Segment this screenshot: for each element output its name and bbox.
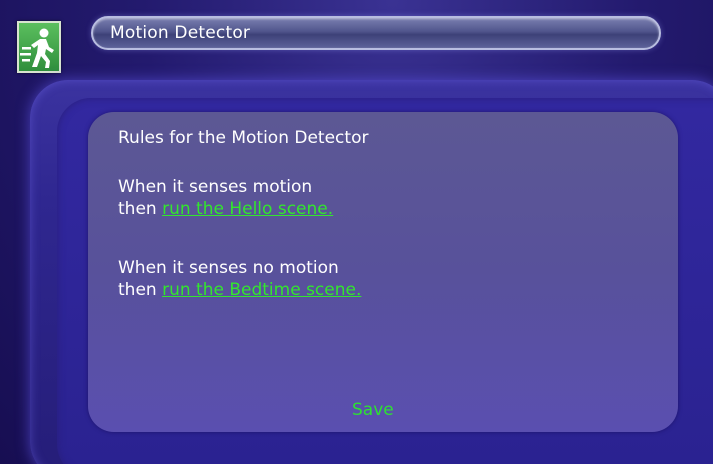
rule-action-line: then run the Bedtime scene. [118, 279, 361, 301]
rules-heading: Rules for the Motion Detector [118, 128, 369, 148]
app-screen: Motion Detector Rules for the Motion Det… [0, 0, 713, 464]
hello-scene-link[interactable]: run the Hello scene. [162, 199, 333, 219]
save-button[interactable]: Save [352, 400, 394, 420]
rules-panel: Rules for the Motion Detector When it se… [88, 112, 678, 432]
rule-condition: When it senses no motion [118, 258, 339, 278]
page-title: Motion Detector [110, 23, 251, 43]
rule-action-line: then run the Hello scene. [118, 198, 333, 220]
motion-detector-icon [17, 21, 61, 73]
then-label: then [118, 199, 157, 219]
rule-condition: When it senses motion [118, 177, 313, 197]
then-label: then [118, 280, 157, 300]
title-bar: Motion Detector [91, 16, 661, 50]
bedtime-scene-link[interactable]: run the Bedtime scene. [162, 280, 361, 300]
rule-motion: When it senses motion then run the Hello… [118, 176, 333, 220]
rule-no-motion: When it senses no motion then run the Be… [118, 257, 361, 301]
